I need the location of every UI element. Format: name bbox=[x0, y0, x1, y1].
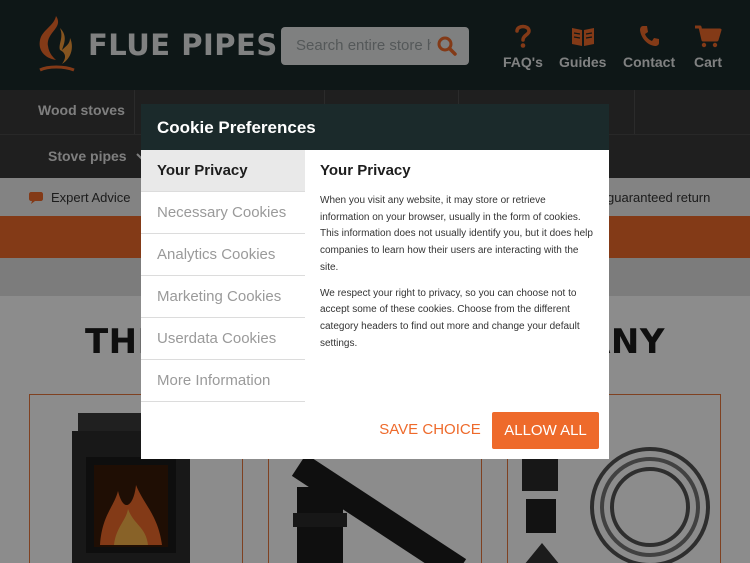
modal-title: Cookie Preferences bbox=[157, 118, 316, 137]
tab-your-privacy[interactable]: Your Privacy bbox=[141, 150, 305, 192]
tab-necessary-cookies[interactable]: Necessary Cookies bbox=[141, 192, 305, 234]
cookie-tabs: Your Privacy Necessary Cookies Analytics… bbox=[141, 150, 305, 402]
content-title: Your Privacy bbox=[320, 162, 411, 179]
tab-userdata-cookies[interactable]: Userdata Cookies bbox=[141, 318, 305, 360]
tab-content: Your Privacy When you visit any website,… bbox=[320, 162, 595, 361]
tab-analytics-cookies[interactable]: Analytics Cookies bbox=[141, 234, 305, 276]
content-paragraph: We respect your right to privacy, so you… bbox=[320, 287, 580, 349]
tab-more-information[interactable]: More Information bbox=[141, 360, 305, 402]
allow-all-button[interactable]: ALLOW ALL bbox=[492, 412, 599, 449]
modal-header: Cookie Preferences bbox=[141, 104, 609, 150]
cookie-preferences-modal: Cookie Preferences Your Privacy Necessar… bbox=[141, 104, 609, 459]
content-paragraph: When you visit any website, it may store… bbox=[320, 195, 593, 273]
tab-marketing-cookies[interactable]: Marketing Cookies bbox=[141, 276, 305, 318]
save-choice-button[interactable]: SAVE CHOICE bbox=[370, 412, 490, 448]
